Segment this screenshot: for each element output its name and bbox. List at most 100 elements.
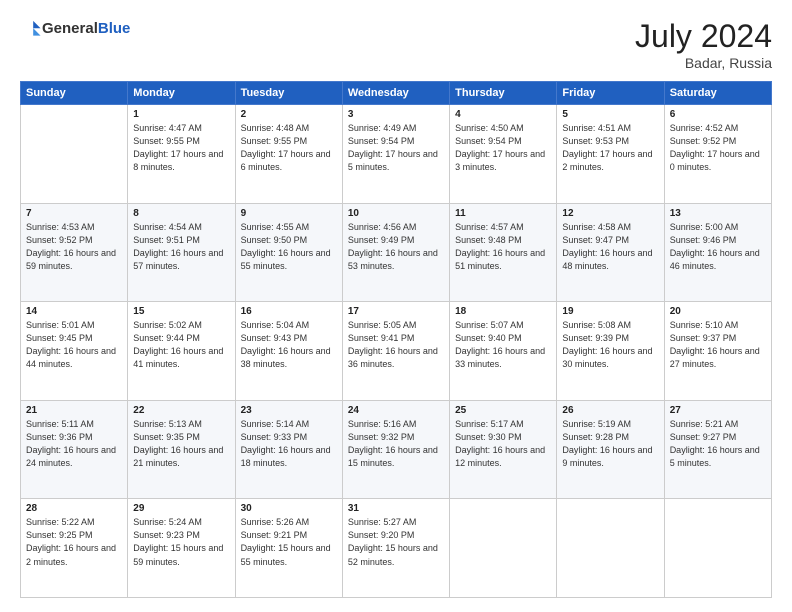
- day-number: 2: [241, 109, 337, 120]
- day-info: Sunrise: 4:56 AM Sunset: 9:49 PM Dayligh…: [348, 221, 444, 273]
- day-info: Sunrise: 5:24 AM Sunset: 9:23 PM Dayligh…: [133, 516, 229, 568]
- header: GeneralBlue July 2024 Badar, Russia: [20, 18, 772, 71]
- col-wednesday: Wednesday: [342, 82, 449, 105]
- list-item: 8Sunrise: 4:54 AM Sunset: 9:51 PM Daylig…: [128, 203, 235, 302]
- day-info: Sunrise: 4:51 AM Sunset: 9:53 PM Dayligh…: [562, 122, 658, 174]
- day-info: Sunrise: 5:27 AM Sunset: 9:20 PM Dayligh…: [348, 516, 444, 568]
- day-info: Sunrise: 5:14 AM Sunset: 9:33 PM Dayligh…: [241, 418, 337, 470]
- day-info: Sunrise: 4:57 AM Sunset: 9:48 PM Dayligh…: [455, 221, 551, 273]
- day-number: 31: [348, 503, 444, 514]
- day-info: Sunrise: 5:13 AM Sunset: 9:35 PM Dayligh…: [133, 418, 229, 470]
- day-number: 10: [348, 208, 444, 219]
- col-tuesday: Tuesday: [235, 82, 342, 105]
- list-item: 15 Sunrise: 5:02 AM Sunset: 9:44 PM Dayli…: [128, 302, 235, 401]
- day-number: 8: [133, 208, 229, 219]
- list-item: 2 Sunrise: 4:48 AM Sunset: 9:55 PM Daylig…: [235, 105, 342, 204]
- day-number: 25: [455, 405, 551, 416]
- location-title: Badar, Russia: [635, 55, 772, 71]
- table-row: 21 Sunrise: 5:11 AM Sunset: 9:36 PM Dayli…: [21, 400, 772, 499]
- calendar-table: Sunday Monday Tuesday Wednesday Thursday…: [20, 81, 772, 598]
- day-info: Sunrise: 5:07 AM Sunset: 9:40 PM Dayligh…: [455, 319, 551, 371]
- list-item: 19 Sunrise: 5:08 AM Sunset: 9:39 PM Dayli…: [557, 302, 664, 401]
- list-item: 4 Sunrise: 4:50 AM Sunset: 9:54 PM Daylig…: [450, 105, 557, 204]
- list-item: 18 Sunrise: 5:07 AM Sunset: 9:40 PM Dayli…: [450, 302, 557, 401]
- day-info: Sunrise: 4:58 AM Sunset: 9:47 PM Dayligh…: [562, 221, 658, 273]
- list-item: 29 Sunrise: 5:24 AM Sunset: 9:23 PM Dayli…: [128, 499, 235, 598]
- list-item: 5 Sunrise: 4:51 AM Sunset: 9:53 PM Daylig…: [557, 105, 664, 204]
- list-item: 17Sunrise: 5:05 AM Sunset: 9:41 PM Dayli…: [342, 302, 449, 401]
- month-title: July 2024: [635, 18, 772, 55]
- page: GeneralBlue July 2024 Badar, Russia Sund…: [0, 0, 792, 612]
- logo-general: General: [42, 20, 98, 37]
- day-info: Sunrise: 5:04 AM Sunset: 9:43 PM Dayligh…: [241, 319, 337, 371]
- col-friday: Friday: [557, 82, 664, 105]
- day-number: 26: [562, 405, 658, 416]
- day-number: 18: [455, 306, 551, 317]
- day-info: Sunrise: 5:08 AM Sunset: 9:39 PM Dayligh…: [562, 319, 658, 371]
- list-item: 1 Sunrise: 4:47 AM Sunset: 9:55 PM Daylig…: [128, 105, 235, 204]
- list-item: 7 Sunrise: 4:53 AM Sunset: 9:52 PM Daylig…: [21, 203, 128, 302]
- list-item: 16Sunrise: 5:04 AM Sunset: 9:43 PM Dayli…: [235, 302, 342, 401]
- day-info: Sunrise: 5:17 AM Sunset: 9:30 PM Dayligh…: [455, 418, 551, 470]
- list-item: 28 Sunrise: 5:22 AM Sunset: 9:25 PM Dayli…: [21, 499, 128, 598]
- day-info: Sunrise: 5:19 AM Sunset: 9:28 PM Dayligh…: [562, 418, 658, 470]
- list-item: [21, 105, 128, 204]
- table-row: 1 Sunrise: 4:47 AM Sunset: 9:55 PM Daylig…: [21, 105, 772, 204]
- day-info: Sunrise: 4:49 AM Sunset: 9:54 PM Dayligh…: [348, 122, 444, 174]
- list-item: 11Sunrise: 4:57 AM Sunset: 9:48 PM Dayli…: [450, 203, 557, 302]
- day-number: 5: [562, 109, 658, 120]
- list-item: 27 Sunrise: 5:21 AM Sunset: 9:27 PM Dayli…: [664, 400, 771, 499]
- logo: GeneralBlue: [20, 18, 130, 40]
- day-number: 22: [133, 405, 229, 416]
- col-sunday: Sunday: [21, 82, 128, 105]
- list-item: 9 Sunrise: 4:55 AM Sunset: 9:50 PM Daylig…: [235, 203, 342, 302]
- day-number: 15: [133, 306, 229, 317]
- list-item: 30 Sunrise: 5:26 AM Sunset: 9:21 PM Dayli…: [235, 499, 342, 598]
- day-number: 3: [348, 109, 444, 120]
- day-info: Sunrise: 4:50 AM Sunset: 9:54 PM Dayligh…: [455, 122, 551, 174]
- list-item: 25 Sunrise: 5:17 AM Sunset: 9:30 PM Dayli…: [450, 400, 557, 499]
- day-info: Sunrise: 4:55 AM Sunset: 9:50 PM Dayligh…: [241, 221, 337, 273]
- day-info: Sunrise: 4:48 AM Sunset: 9:55 PM Dayligh…: [241, 122, 337, 174]
- day-info: Sunrise: 5:21 AM Sunset: 9:27 PM Dayligh…: [670, 418, 766, 470]
- day-number: 23: [241, 405, 337, 416]
- day-info: Sunrise: 5:26 AM Sunset: 9:21 PM Dayligh…: [241, 516, 337, 568]
- calendar-body: 1 Sunrise: 4:47 AM Sunset: 9:55 PM Daylig…: [21, 105, 772, 598]
- list-item: 6 Sunrise: 4:52 AM Sunset: 9:52 PM Daylig…: [664, 105, 771, 204]
- table-row: 28 Sunrise: 5:22 AM Sunset: 9:25 PM Dayli…: [21, 499, 772, 598]
- list-item: 20Sunrise: 5:10 AM Sunset: 9:37 PM Dayli…: [664, 302, 771, 401]
- day-number: 24: [348, 405, 444, 416]
- day-info: Sunrise: 5:22 AM Sunset: 9:25 PM Dayligh…: [26, 516, 122, 568]
- list-item: [557, 499, 664, 598]
- list-item: 22 Sunrise: 5:13 AM Sunset: 9:35 PM Dayli…: [128, 400, 235, 499]
- day-number: 9: [241, 208, 337, 219]
- day-info: Sunrise: 5:11 AM Sunset: 9:36 PM Dayligh…: [26, 418, 122, 470]
- day-number: 13: [670, 208, 766, 219]
- day-info: Sunrise: 5:16 AM Sunset: 9:32 PM Dayligh…: [348, 418, 444, 470]
- day-number: 14: [26, 306, 122, 317]
- day-info: Sunrise: 4:52 AM Sunset: 9:52 PM Dayligh…: [670, 122, 766, 174]
- list-item: 12Sunrise: 4:58 AM Sunset: 9:47 PM Dayli…: [557, 203, 664, 302]
- day-number: 6: [670, 109, 766, 120]
- day-number: 17: [348, 306, 444, 317]
- logo-icon: [20, 18, 42, 40]
- day-number: 1: [133, 109, 229, 120]
- day-info: Sunrise: 4:47 AM Sunset: 9:55 PM Dayligh…: [133, 122, 229, 174]
- day-number: 20: [670, 306, 766, 317]
- day-number: 4: [455, 109, 551, 120]
- day-number: 30: [241, 503, 337, 514]
- day-info: Sunrise: 4:53 AM Sunset: 9:52 PM Dayligh…: [26, 221, 122, 273]
- table-row: 14 Sunrise: 5:01 AM Sunset: 9:45 PM Dayli…: [21, 302, 772, 401]
- day-number: 21: [26, 405, 122, 416]
- day-info: Sunrise: 5:01 AM Sunset: 9:45 PM Dayligh…: [26, 319, 122, 371]
- day-number: 28: [26, 503, 122, 514]
- list-item: 24 Sunrise: 5:16 AM Sunset: 9:32 PM Dayli…: [342, 400, 449, 499]
- day-number: 29: [133, 503, 229, 514]
- day-info: Sunrise: 5:02 AM Sunset: 9:44 PM Dayligh…: [133, 319, 229, 371]
- day-number: 27: [670, 405, 766, 416]
- day-number: 7: [26, 208, 122, 219]
- day-number: 19: [562, 306, 658, 317]
- list-item: 13Sunrise: 5:00 AM Sunset: 9:46 PM Dayli…: [664, 203, 771, 302]
- list-item: [664, 499, 771, 598]
- header-row: Sunday Monday Tuesday Wednesday Thursday…: [21, 82, 772, 105]
